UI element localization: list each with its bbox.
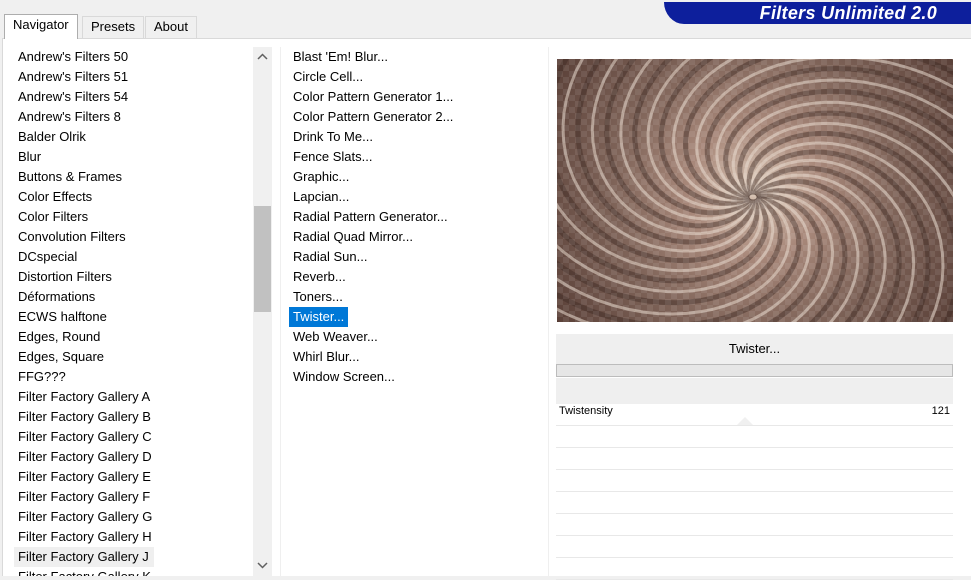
filter-item[interactable]: Color Pattern Generator 1... [289, 87, 539, 107]
category-item[interactable]: Distortion Filters [14, 267, 254, 287]
category-item[interactable]: Filter Factory Gallery D [14, 447, 254, 467]
tab-navigator[interactable]: Navigator [4, 14, 78, 39]
category-item[interactable]: Color Effects [14, 187, 254, 207]
param-row[interactable]: Twistensity 121 [556, 404, 953, 426]
filter-item-selected-label[interactable]: Twister... [289, 307, 349, 327]
category-item[interactable]: Andrew's Filters 50 [14, 47, 254, 67]
tab-presets[interactable]: Presets [82, 16, 145, 38]
filter-item[interactable]: Reverb... [289, 267, 539, 287]
category-item[interactable]: Edges, Square [14, 347, 254, 367]
progress-strip [556, 378, 953, 404]
filter-item[interactable]: Radial Quad Mirror... [289, 227, 539, 247]
category-item[interactable]: Edges, Round [14, 327, 254, 347]
filter-item[interactable]: Color Pattern Generator 2... [289, 107, 539, 127]
filter-item[interactable]: Fence Slats... [289, 147, 539, 167]
category-item[interactable]: DCspecial [14, 247, 254, 267]
param-row-empty [556, 492, 953, 514]
category-item[interactable]: Andrew's Filters 51 [14, 67, 254, 87]
filter-item[interactable]: Twister... [289, 307, 539, 327]
list-divider [280, 47, 281, 576]
filter-item[interactable]: Radial Pattern Generator... [289, 207, 539, 227]
scrollbar-thumb[interactable] [254, 206, 271, 312]
param-value: 121 [931, 405, 950, 417]
chevron-down-icon [257, 562, 268, 569]
twister-preview-art [557, 59, 953, 322]
category-item[interactable]: Filter Factory Gallery K [14, 567, 254, 576]
scroll-down-button[interactable] [253, 556, 272, 576]
category-scrollbar[interactable] [253, 47, 272, 576]
preview-image [557, 59, 953, 322]
category-item[interactable]: Convolution Filters [14, 227, 254, 247]
category-item[interactable]: FFG??? [14, 367, 254, 387]
tab-bar: Navigator Presets About Filters Unlimite… [0, 0, 971, 39]
tab-about[interactable]: About [145, 16, 197, 38]
category-item[interactable]: Andrew's Filters 8 [14, 107, 254, 127]
filter-item[interactable]: Graphic... [289, 167, 539, 187]
filter-title: Twister... [556, 334, 953, 364]
param-row-empty [556, 470, 953, 492]
category-item[interactable]: Blur [14, 147, 254, 167]
chevron-up-icon [257, 53, 268, 60]
param-row-empty [556, 448, 953, 470]
category-item[interactable]: Filter Factory Gallery B [14, 407, 254, 427]
filter-item[interactable]: Lapcian... [289, 187, 539, 207]
category-item[interactable]: Andrew's Filters 54 [14, 87, 254, 107]
category-item[interactable]: Filter Factory Gallery H [14, 527, 254, 547]
brand-title: Filters Unlimited 2.0 [759, 3, 937, 23]
category-list[interactable]: Andrew's Filters 50 Andrew's Filters 51 An… [14, 47, 254, 576]
category-item[interactable]: ECWS halftone [14, 307, 254, 327]
category-item[interactable]: Filter Factory Gallery E [14, 467, 254, 487]
filter-item[interactable]: Whirl Blur... [289, 347, 539, 367]
slider-thumb[interactable] [737, 417, 753, 425]
filter-item[interactable]: Toners... [289, 287, 539, 307]
filter-item[interactable]: Blast 'Em! Blur... [289, 47, 539, 67]
param-row-empty [556, 558, 953, 580]
category-item[interactable]: Filter Factory Gallery A [14, 387, 254, 407]
filter-item[interactable]: Circle Cell... [289, 67, 539, 87]
param-row-empty [556, 536, 953, 558]
filter-item[interactable]: Drink To Me... [289, 127, 539, 147]
filter-item[interactable]: Web Weaver... [289, 327, 539, 347]
category-item[interactable]: Filter Factory Gallery G [14, 507, 254, 527]
category-item[interactable]: Color Filters [14, 207, 254, 227]
brand-banner: Filters Unlimited 2.0 [664, 2, 971, 24]
filter-item[interactable]: Radial Sun... [289, 247, 539, 267]
category-item[interactable]: Filter Factory Gallery C [14, 427, 254, 447]
preview-divider [548, 47, 549, 576]
param-row-empty [556, 426, 953, 448]
category-item[interactable]: Filter Factory Gallery J [14, 547, 154, 567]
filter-item[interactable]: Window Screen... [289, 367, 539, 387]
scroll-up-button[interactable] [253, 47, 272, 67]
filter-list[interactable]: Blast 'Em! Blur... Circle Cell... Color Pa… [289, 47, 539, 387]
param-row-empty [556, 514, 953, 536]
category-item[interactable]: Déformations [14, 287, 254, 307]
parameter-list: Twistensity 121 [556, 404, 953, 580]
category-item[interactable]: Balder Olrik [14, 127, 254, 147]
category-item[interactable]: Buttons & Frames [14, 167, 254, 187]
progress-bar [556, 364, 953, 377]
param-name: Twistensity [559, 405, 613, 417]
category-item[interactable]: Filter Factory Gallery F [14, 487, 254, 507]
